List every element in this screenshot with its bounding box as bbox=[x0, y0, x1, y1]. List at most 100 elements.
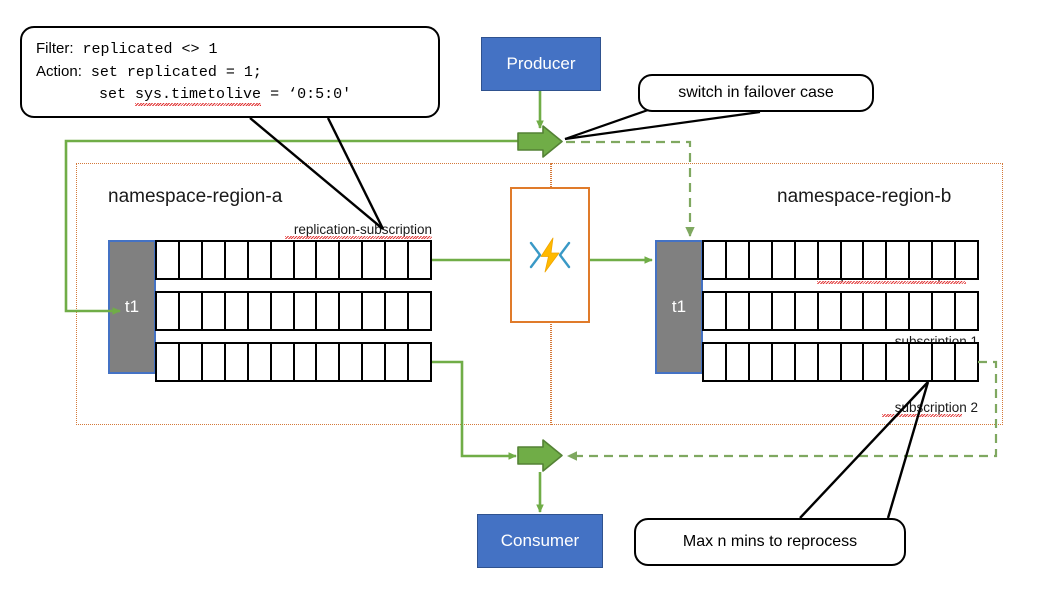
region-a-sub-0-text: replication-subscription bbox=[293, 222, 432, 237]
queue-cell bbox=[409, 344, 430, 380]
region-a-topic-label: t1 bbox=[124, 297, 140, 316]
region-b-title: namespace-region-b bbox=[777, 186, 952, 207]
queue-cell bbox=[796, 344, 819, 380]
queue-cell bbox=[750, 242, 773, 278]
region-b-queue-0[interactable] bbox=[702, 240, 979, 280]
queue-cell bbox=[363, 293, 387, 329]
queue-cell bbox=[340, 344, 364, 380]
azure-function-box[interactable] bbox=[510, 187, 590, 323]
queue-cell bbox=[704, 242, 727, 278]
queue-cell bbox=[249, 242, 272, 278]
queue-cell bbox=[386, 242, 410, 278]
queue-cell bbox=[842, 242, 865, 278]
region-b-topic-t1[interactable]: t1 bbox=[655, 240, 703, 374]
region-b-topic-label: t1 bbox=[671, 297, 687, 316]
queue-cell bbox=[796, 293, 819, 329]
region-a-queue-0[interactable] bbox=[155, 240, 432, 280]
queue-cell bbox=[363, 242, 387, 278]
queue-cell bbox=[203, 293, 226, 329]
switch-chevron-bottom bbox=[517, 439, 563, 472]
queue-cell bbox=[727, 344, 750, 380]
action-value-2-suffix: = ‘0:5:0' bbox=[261, 85, 352, 103]
queue-cell bbox=[773, 344, 796, 380]
consumer-box[interactable]: Consumer bbox=[477, 514, 603, 568]
queue-cell bbox=[933, 293, 957, 329]
queue-cell bbox=[842, 293, 865, 329]
queue-cell bbox=[864, 293, 888, 329]
queue-cell bbox=[226, 242, 249, 278]
queue-cell bbox=[180, 242, 203, 278]
filter-rule-callout: Filter: replicated <> 1 Action: set repl… bbox=[20, 26, 440, 118]
queue-cell bbox=[887, 242, 911, 278]
queue-cell bbox=[819, 344, 842, 380]
reprocess-callout-text: Max n mins to reprocess bbox=[682, 533, 858, 550]
queue-cell bbox=[157, 344, 180, 380]
queue-cell bbox=[226, 344, 249, 380]
queue-cell bbox=[272, 242, 295, 278]
producer-box[interactable]: Producer bbox=[481, 37, 601, 91]
queue-cell bbox=[796, 242, 819, 278]
queue-cell bbox=[910, 344, 934, 380]
queue-cell bbox=[956, 344, 977, 380]
producer-label: Producer bbox=[506, 54, 576, 73]
queue-cell bbox=[750, 344, 773, 380]
queue-cell bbox=[180, 344, 203, 380]
queue-cell bbox=[295, 293, 318, 329]
queue-cell bbox=[409, 242, 430, 278]
region-a-sub-0-label: replication-subscription bbox=[232, 222, 432, 239]
action-value-2-prefix: set bbox=[99, 85, 136, 103]
region-a-queue-2[interactable] bbox=[155, 342, 432, 382]
region-a-title: namespace-region-a bbox=[108, 186, 283, 207]
queue-cell bbox=[317, 242, 341, 278]
switch-callout-leader-1 bbox=[564, 108, 649, 141]
action-label: Action: bbox=[36, 62, 82, 80]
region-a-queue-1[interactable] bbox=[155, 291, 432, 331]
queue-cell bbox=[180, 293, 203, 329]
queue-cell bbox=[272, 344, 295, 380]
action-value-1: set replicated = 1; bbox=[90, 63, 262, 81]
queue-cell bbox=[272, 293, 295, 329]
switch-callout-text: switch in failover case bbox=[678, 84, 834, 101]
queue-cell bbox=[864, 242, 888, 278]
queue-cell bbox=[295, 344, 318, 380]
spell-squiggle bbox=[882, 414, 962, 417]
queue-cell bbox=[249, 344, 272, 380]
queue-cell bbox=[363, 344, 387, 380]
queue-cell bbox=[727, 293, 750, 329]
switch-callout: switch in failover case bbox=[638, 74, 874, 112]
diagram-canvas: Producer Consumer namespace-region-a t1 … bbox=[0, 0, 1046, 592]
queue-cell bbox=[317, 293, 341, 329]
region-b-sub-2-text: subscription 2 bbox=[894, 400, 978, 415]
action-value-2-underlined: sys.timetolive bbox=[135, 84, 262, 106]
queue-cell bbox=[864, 344, 888, 380]
region-a-topic-t1[interactable]: t1 bbox=[108, 240, 156, 374]
queue-cell bbox=[386, 344, 410, 380]
queue-cell bbox=[819, 293, 842, 329]
queue-cell bbox=[704, 344, 727, 380]
queue-cell bbox=[910, 293, 934, 329]
queue-cell bbox=[887, 344, 911, 380]
switch-callout-leader-2 bbox=[564, 110, 761, 141]
reprocess-callout: Max n mins to reprocess bbox=[634, 518, 906, 566]
consumer-label: Consumer bbox=[500, 531, 580, 550]
queue-cell bbox=[340, 293, 364, 329]
queue-cell bbox=[226, 293, 249, 329]
filter-rule-text: Filter: replicated <> 1 Action: set repl… bbox=[22, 28, 438, 106]
queue-cell bbox=[203, 242, 226, 278]
spell-squiggle bbox=[817, 281, 966, 284]
switch-chevron-top bbox=[517, 125, 563, 158]
spell-squiggle bbox=[285, 236, 432, 239]
queue-cell bbox=[727, 242, 750, 278]
queue-cell bbox=[157, 293, 180, 329]
queue-cell bbox=[887, 293, 911, 329]
queue-cell bbox=[750, 293, 773, 329]
queue-cell bbox=[386, 293, 410, 329]
queue-cell bbox=[956, 293, 977, 329]
region-b-queue-1[interactable] bbox=[702, 291, 979, 331]
queue-cell bbox=[295, 242, 318, 278]
azure-function-icon bbox=[527, 235, 573, 275]
region-b-queue-2[interactable] bbox=[702, 342, 979, 382]
queue-cell bbox=[317, 344, 341, 380]
queue-cell bbox=[773, 242, 796, 278]
queue-cell bbox=[704, 293, 727, 329]
